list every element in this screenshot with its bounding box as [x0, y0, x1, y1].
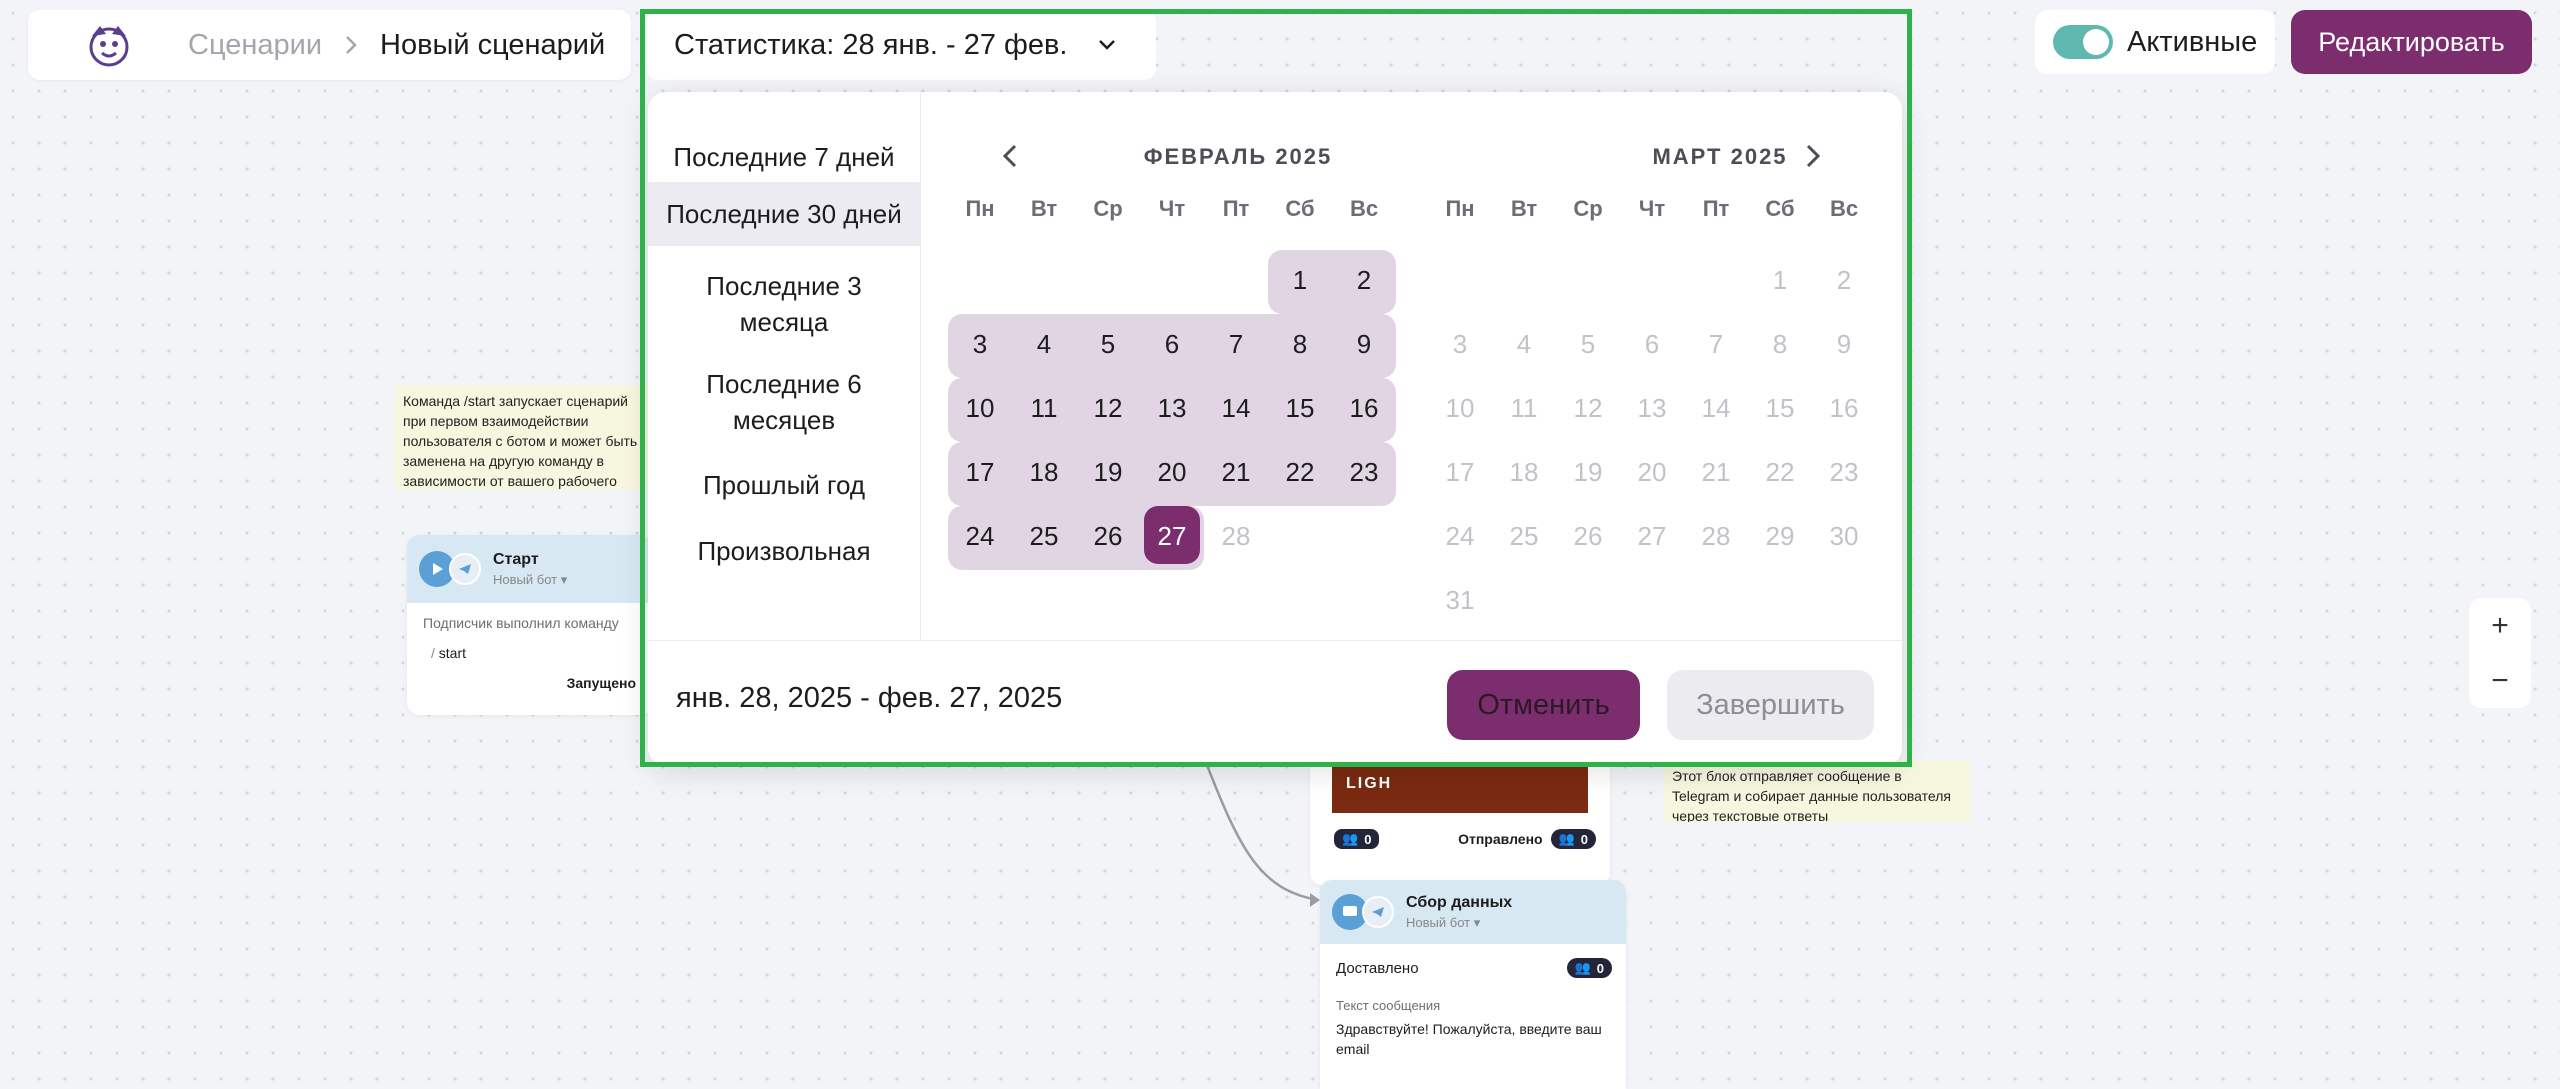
breadcrumb-chevron-icon	[344, 34, 358, 56]
start-node-title: Старт	[493, 550, 539, 568]
zoom-control: + −	[2469, 598, 2531, 708]
breadcrumb-parent[interactable]: Сценарии	[188, 29, 322, 62]
start-command: start	[438, 645, 467, 661]
note-collect: Этот блок отправляет сообщение в Telegra…	[1664, 760, 1970, 822]
sent-label: Отправлено	[1458, 831, 1543, 847]
message-node[interactable]: LIGH 👥 0 Отправлено 👥 0	[1310, 755, 1610, 885]
note-start: Команда /start запускает сценарий при пе…	[395, 385, 650, 490]
start-node[interactable]: Старт Новый бот ▾ Подписчик выполнил ком…	[407, 535, 652, 715]
message-count-badge: 👥 0	[1334, 829, 1380, 849]
zoom-in-button[interactable]: +	[2491, 610, 2509, 641]
edit-button[interactable]: Редактировать	[2291, 10, 2532, 74]
mascot-logo-icon[interactable]	[80, 20, 138, 70]
start-node-header: Старт Новый бот ▾	[407, 535, 652, 603]
collect-data-node[interactable]: Сбор данных Новый бот ▾ Доставлено 👥 0 Те…	[1320, 880, 1626, 1089]
active-toggle[interactable]	[2053, 25, 2113, 59]
start-status: Запущено	[566, 675, 636, 691]
message-text-label: Текст сообщения	[1336, 998, 1441, 1013]
collect-node-title: Сбор данных	[1406, 893, 1513, 911]
start-trigger-label: Подписчик выполнил команду	[423, 615, 619, 631]
users-icon: 👥	[1342, 831, 1359, 846]
active-toggle-label: Активные	[2127, 25, 2258, 58]
users-icon: 👥	[1574, 960, 1591, 975]
start-node-subtitle: Новый бот	[493, 571, 558, 587]
zoom-out-button[interactable]: −	[2491, 665, 2509, 696]
breadcrumb-current: Новый сценарий	[380, 28, 606, 61]
breadcrumb-bar: Сценарии Новый сценарий	[28, 10, 631, 80]
active-toggle-container: Активные	[2035, 10, 2275, 74]
collect-node-header: Сбор данных Новый бот ▾	[1320, 880, 1626, 944]
highlight-frame	[640, 9, 1912, 767]
telegram-icon	[1362, 896, 1394, 928]
collect-node-subtitle: Новый бот	[1406, 914, 1471, 930]
delivered-label: Доставлено	[1336, 959, 1419, 977]
delivered-count-badge: 👥 0	[1566, 958, 1612, 978]
sent-count-badge: 👥 0	[1550, 829, 1596, 849]
message-text: Здравствуйте! Пожалуйста, введите ваш em…	[1336, 1021, 1602, 1057]
telegram-icon	[449, 553, 481, 585]
users-icon: 👥	[1558, 831, 1575, 846]
